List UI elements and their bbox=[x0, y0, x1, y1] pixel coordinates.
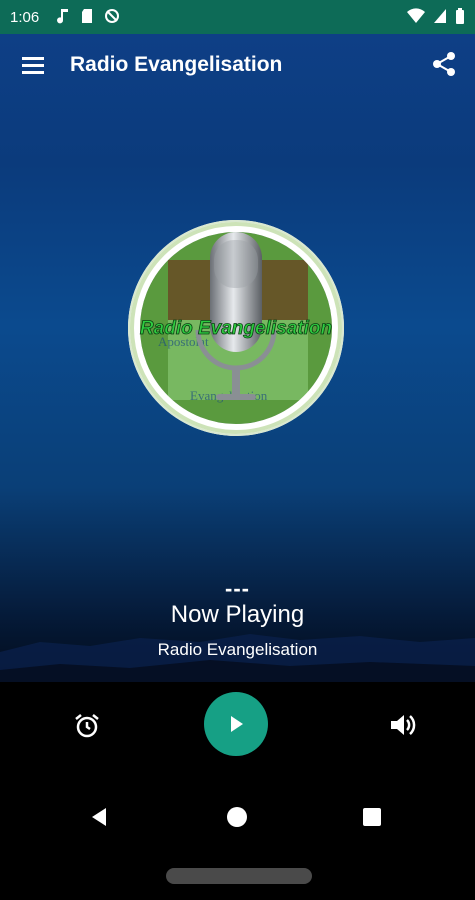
logo-text: Radio Evangelisation bbox=[140, 318, 332, 339]
share-icon[interactable] bbox=[431, 51, 457, 77]
player-background: Radio Evangelisation Apostolat Radio Eva… bbox=[0, 34, 475, 682]
page-title: Radio Evangelisation bbox=[70, 53, 283, 76]
app-bar: Radio Evangelisation bbox=[0, 34, 475, 98]
now-playing-station: Radio Evangelisation bbox=[157, 640, 318, 659]
home-icon[interactable] bbox=[227, 807, 247, 827]
play-button[interactable] bbox=[204, 692, 268, 756]
cell-signal-icon bbox=[434, 9, 446, 23]
status-time: 1:06 bbox=[10, 9, 40, 26]
back-icon[interactable] bbox=[88, 806, 110, 828]
status-bar: 1:06 bbox=[0, 0, 475, 34]
alarm-icon[interactable] bbox=[73, 712, 101, 740]
gesture-bar[interactable] bbox=[166, 868, 312, 884]
system-nav-bar bbox=[0, 778, 475, 900]
play-icon bbox=[231, 716, 243, 732]
battery-icon bbox=[456, 8, 464, 24]
now-playing-placeholder: --- bbox=[225, 576, 250, 601]
menu-icon[interactable] bbox=[20, 52, 46, 78]
sd-card-icon bbox=[82, 9, 92, 23]
now-playing-title: Now Playing bbox=[170, 601, 305, 628]
player-controls bbox=[0, 682, 475, 778]
wifi-icon bbox=[407, 8, 425, 23]
no-sync-icon bbox=[105, 9, 119, 23]
recents-icon[interactable] bbox=[363, 808, 381, 826]
station-logo: Apostolat Evangelisation Radio Evangelis… bbox=[128, 220, 344, 436]
volume-icon[interactable] bbox=[387, 710, 417, 740]
music-note-icon bbox=[57, 9, 68, 24]
